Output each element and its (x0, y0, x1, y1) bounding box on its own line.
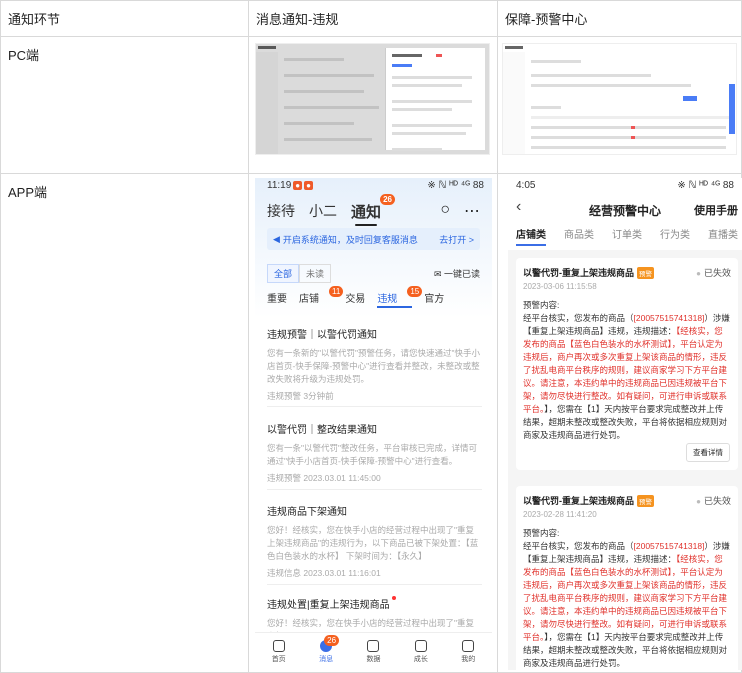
app-violation-screenshot: 11:19 ● ● ※ ℕ ᴴᴰ ⁴ᴳ 88 接待 小二 通知 26 ○ ⋯ ◀ 开启… (255, 178, 492, 670)
notification-banner: ◀ 开启系统通知，及时回复客服消息 去打开 > (267, 228, 480, 250)
header-warning-center: 保障-预警中心 (496, 0, 742, 37)
app-warning-screenshot: 4:05 ※ ℕ ᴴᴰ ⁴ᴳ 88 ‹ 经营预警中心 使用手册 店铺类 商品类 … (508, 178, 742, 670)
read-all-button[interactable]: ✉ 一键已读 (434, 267, 480, 280)
read-filter: 全部 未读 ✉ 一键已读 (267, 264, 480, 283)
tab-shop[interactable]: 店铺类 (516, 226, 546, 246)
pc-warning-cell (496, 36, 742, 174)
mail-icon: ✉ (433, 269, 444, 279)
pc-violation-cell (248, 36, 498, 174)
tab-product[interactable]: 商品类 (564, 226, 594, 241)
speaker-icon: ◀ (273, 233, 280, 244)
filter-unread[interactable]: 未读 (299, 264, 332, 283)
tab-data[interactable]: 数据 (366, 633, 380, 670)
tab-live[interactable]: 直播类 (708, 226, 738, 241)
search-icon[interactable]: ○ (440, 201, 450, 221)
warning-card[interactable]: 以警代罚-重复上架违规商品预警已失效 2023-02-28 11:41:20 预… (516, 486, 738, 670)
notify-badge: 26 (380, 193, 396, 205)
category-tabs: 店铺类 商品类 订单类 行为类 直播类 (516, 226, 742, 246)
growth-icon (414, 639, 427, 652)
warning-card[interactable]: 以警代罚-重复上架违规商品预警已失效 2023-03-06 11:15:58 预… (516, 258, 738, 470)
row-label-app: APP端 (0, 173, 249, 673)
cat-shop[interactable]: 店铺11 (299, 286, 344, 305)
view-detail-button[interactable]: 查看详情 (686, 443, 730, 462)
category-tabs: 重要 店铺11 交易 违规15 官方 (267, 286, 480, 308)
tab-xiaoer[interactable]: 小二 (309, 201, 337, 221)
cat-trade[interactable]: 交易 (345, 290, 365, 305)
more-icon[interactable]: ⋯ (464, 201, 480, 221)
header-violation-notice: 消息通知-违规 (248, 0, 498, 37)
status-bar: 4:05 ※ ℕ ᴴᴰ ⁴ᴳ 88 (516, 180, 734, 191)
tab-message[interactable]: 消息 26 (319, 633, 340, 670)
tab-order[interactable]: 订单类 (612, 226, 642, 241)
header-stage: 通知环节 (0, 0, 249, 37)
tab-home[interactable]: 首页 (272, 633, 286, 670)
tab-mine[interactable]: 我的 (461, 633, 475, 670)
row-label-pc: PC端 (0, 36, 249, 174)
profile-icon (462, 639, 475, 652)
home-icon (272, 639, 285, 652)
cat-important[interactable]: 重要 (267, 290, 287, 305)
tab-behavior[interactable]: 行为类 (660, 226, 690, 241)
cat-violation[interactable]: 违规15 (377, 286, 423, 308)
message-item[interactable]: 违规商品下架通知 您好！经核实，您在快手小店的经营过程中出现了"重复上架违规商品… (267, 503, 482, 579)
status-bar: 11:19 ● ● ※ ℕ ᴴᴰ ⁴ᴳ 88 (267, 180, 484, 191)
pc-warning-screenshot (501, 43, 737, 155)
data-icon (367, 639, 380, 652)
pc-violation-screenshot (255, 43, 490, 155)
manual-link[interactable]: 使用手册 (694, 202, 738, 218)
tab-growth[interactable]: 成长 (414, 633, 428, 670)
open-notification-link[interactable]: 去打开 > (439, 233, 474, 246)
top-nav: 接待 小二 通知 26 ○ ⋯ (267, 193, 480, 226)
cat-official[interactable]: 官方 (424, 290, 444, 305)
tab-notify[interactable]: 通知 26 (351, 193, 396, 226)
tab-reception[interactable]: 接待 (267, 201, 295, 221)
filter-all[interactable]: 全部 (267, 264, 300, 283)
bottom-tabbar: 首页 消息 26 数据 成长 我的 (255, 632, 492, 670)
message-item[interactable]: 以警代罚｜整改结果通知 您有一条"以警代罚"整改任务，平台审核已完成，详情可通过… (267, 421, 482, 484)
message-item[interactable]: 违规预警｜以警代罚通知 您有一条新的"以警代罚"预警任务，请您快速通过"快手小店… (267, 326, 482, 402)
